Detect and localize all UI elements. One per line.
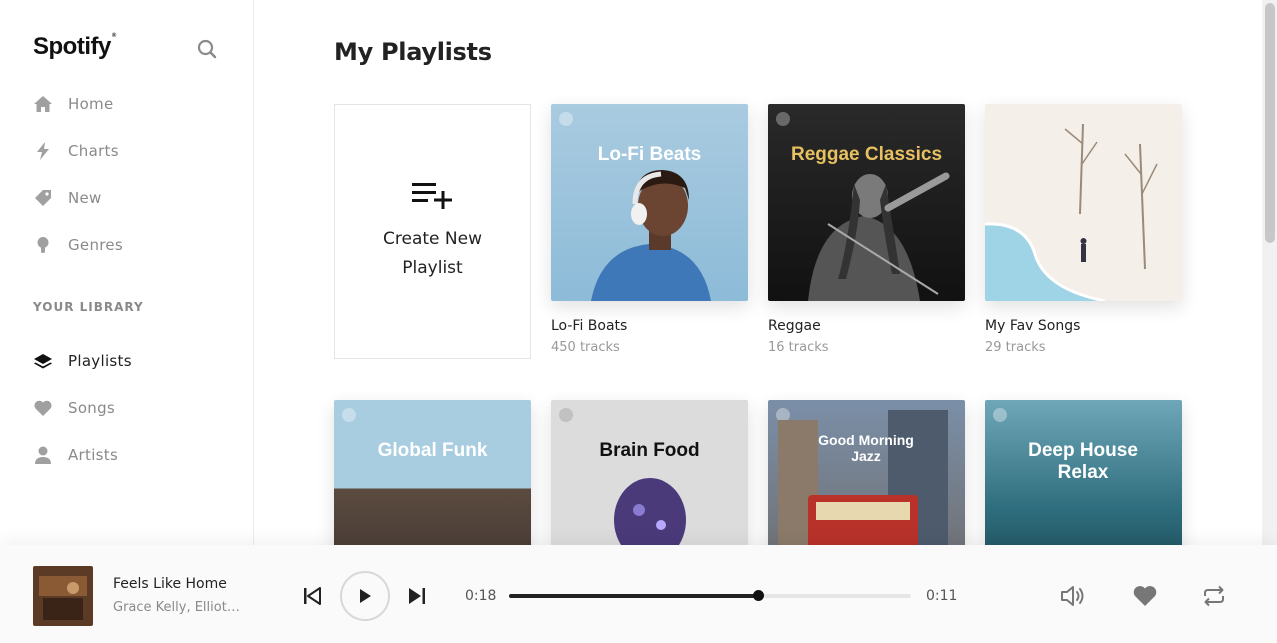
library-heading: YOUR LIBRARY xyxy=(33,300,144,314)
nav-item-genres[interactable]: Genres xyxy=(33,231,233,259)
page-title: My Playlists xyxy=(334,38,492,66)
heart-icon xyxy=(1133,586,1157,606)
spotify-app: Spotify® Home Charts New Genres YOUR LIB… xyxy=(0,0,1277,643)
nav-label: Songs xyxy=(68,399,116,417)
nav-item-artists[interactable]: Artists xyxy=(33,441,233,469)
cover-title: Lo-Fi Beats xyxy=(597,144,702,165)
time-remaining: 0:11 xyxy=(926,588,958,604)
heart-icon xyxy=(33,398,53,418)
bulb-icon xyxy=(33,235,53,255)
nav-label: Genres xyxy=(68,236,124,254)
player-bar: Feels Like Home Grace Kelly, Elliott ...… xyxy=(0,545,1277,643)
cover-title: Global Funk xyxy=(377,440,488,461)
like-button[interactable] xyxy=(1131,583,1159,609)
nav-item-songs[interactable]: Songs xyxy=(33,394,233,422)
now-playing-title: Feels Like Home xyxy=(113,576,227,592)
repeat-button[interactable] xyxy=(1200,583,1228,609)
create-playlist-label: Create New Playlist xyxy=(383,228,482,278)
home-icon xyxy=(33,94,53,114)
playlist-cover: Global Funk xyxy=(334,400,531,545)
scrollbar[interactable] xyxy=(1262,0,1277,545)
cover-art xyxy=(614,478,686,545)
tag-icon xyxy=(33,188,53,208)
main-content: My Playlists Create New Playlist Lo-Fi B… xyxy=(254,0,1262,545)
cover-title: Deep House Relax xyxy=(1028,440,1138,483)
next-button[interactable] xyxy=(406,585,428,607)
cover-title: Reggae Classics xyxy=(790,144,943,165)
playlist-card[interactable]: My Fav Songs 29 tracks xyxy=(985,104,1182,359)
playlist-card[interactable]: Good Morning Jazz xyxy=(768,400,965,545)
layers-icon xyxy=(33,351,53,371)
lightning-icon xyxy=(33,141,53,161)
playlist-grid: Create New Playlist Lo-Fi Beats Lo-Fi Bo… xyxy=(334,104,1194,545)
playlist-card[interactable]: Brain Food xyxy=(551,400,748,545)
previous-button[interactable] xyxy=(301,585,323,607)
logo-text: Spotify xyxy=(33,33,111,60)
playlist-cover: Good Morning Jazz xyxy=(768,400,965,545)
playlist-card[interactable]: Lo-Fi Beats Lo-Fi Boats 450 tracks xyxy=(551,104,748,359)
volume-icon xyxy=(1061,586,1084,606)
spotify-icon xyxy=(342,408,356,422)
scrollbar-thumb[interactable] xyxy=(1265,3,1275,243)
search-icon xyxy=(197,39,217,59)
spotify-logo[interactable]: Spotify® xyxy=(33,33,116,61)
cover-art xyxy=(778,410,948,545)
playlist-name: My Fav Songs xyxy=(985,318,1081,334)
nav-label: Charts xyxy=(68,142,119,160)
spotify-icon xyxy=(993,408,1007,422)
cover-art xyxy=(591,170,711,301)
volume-button[interactable] xyxy=(1059,583,1087,609)
playlist-card[interactable]: Global Funk xyxy=(334,400,531,545)
nav-label: New xyxy=(68,189,102,207)
nav-item-new[interactable]: New xyxy=(33,184,233,212)
playlist-cover: Brain Food xyxy=(551,400,748,545)
main-nav: Home Charts New Genres xyxy=(33,90,233,278)
now-playing-artist: Grace Kelly, Elliott ... xyxy=(113,600,243,615)
user-icon xyxy=(33,445,53,465)
playlist-card[interactable]: Reggae Classics Reggae 16 tracks xyxy=(768,104,965,359)
playlist-name: Reggae xyxy=(768,318,821,334)
play-button[interactable] xyxy=(340,571,390,621)
now-playing-cover[interactable] xyxy=(33,566,93,626)
progress-handle[interactable] xyxy=(753,590,765,601)
cover-art xyxy=(808,172,950,301)
nav-item-charts[interactable]: Charts xyxy=(33,137,233,165)
playlist-card[interactable]: Deep House Relax xyxy=(985,400,1182,545)
track-count: 29 tracks xyxy=(985,340,1046,355)
cover-title: Brain Food xyxy=(599,440,700,461)
cover-art xyxy=(33,566,93,626)
repeat-icon xyxy=(1204,585,1224,607)
nav-item-home[interactable]: Home xyxy=(33,90,233,118)
time-elapsed: 0:18 xyxy=(465,588,497,604)
skip-forward-icon xyxy=(409,588,425,604)
nav-label: Home xyxy=(68,95,114,113)
library-nav: Playlists Songs Artists xyxy=(33,347,233,488)
playlist-cover: Deep House Relax xyxy=(985,400,1182,545)
play-icon xyxy=(360,589,371,603)
nav-label: Playlists xyxy=(68,352,132,370)
track-count: 16 tracks xyxy=(768,340,829,355)
cover-art xyxy=(985,123,1158,301)
nav-item-playlists[interactable]: Playlists xyxy=(33,347,233,375)
track-count: 450 tracks xyxy=(551,340,620,355)
playlist-name: Lo-Fi Boats xyxy=(551,318,628,334)
playlist-cover xyxy=(985,104,1182,301)
create-playlist-button[interactable]: Create New Playlist xyxy=(334,104,531,359)
playlist-row: Create New Playlist Lo-Fi Beats Lo-Fi Bo… xyxy=(334,104,1194,359)
sidebar: Spotify® Home Charts New Genres YOUR LIB… xyxy=(0,0,254,545)
progress-bar[interactable] xyxy=(509,590,911,601)
playlist-cover: Reggae Classics xyxy=(768,104,965,301)
nav-label: Artists xyxy=(68,446,119,464)
search-button[interactable] xyxy=(196,38,218,60)
cover-title: Good Morning Jazz xyxy=(818,432,914,464)
playlist-row: Global Funk Brain Food Good Morning Jazz… xyxy=(334,400,1194,545)
playlist-cover: Lo-Fi Beats xyxy=(551,104,748,301)
skip-back-icon xyxy=(304,587,321,605)
playlist-add-icon xyxy=(411,182,452,209)
progress-fill xyxy=(509,594,759,598)
